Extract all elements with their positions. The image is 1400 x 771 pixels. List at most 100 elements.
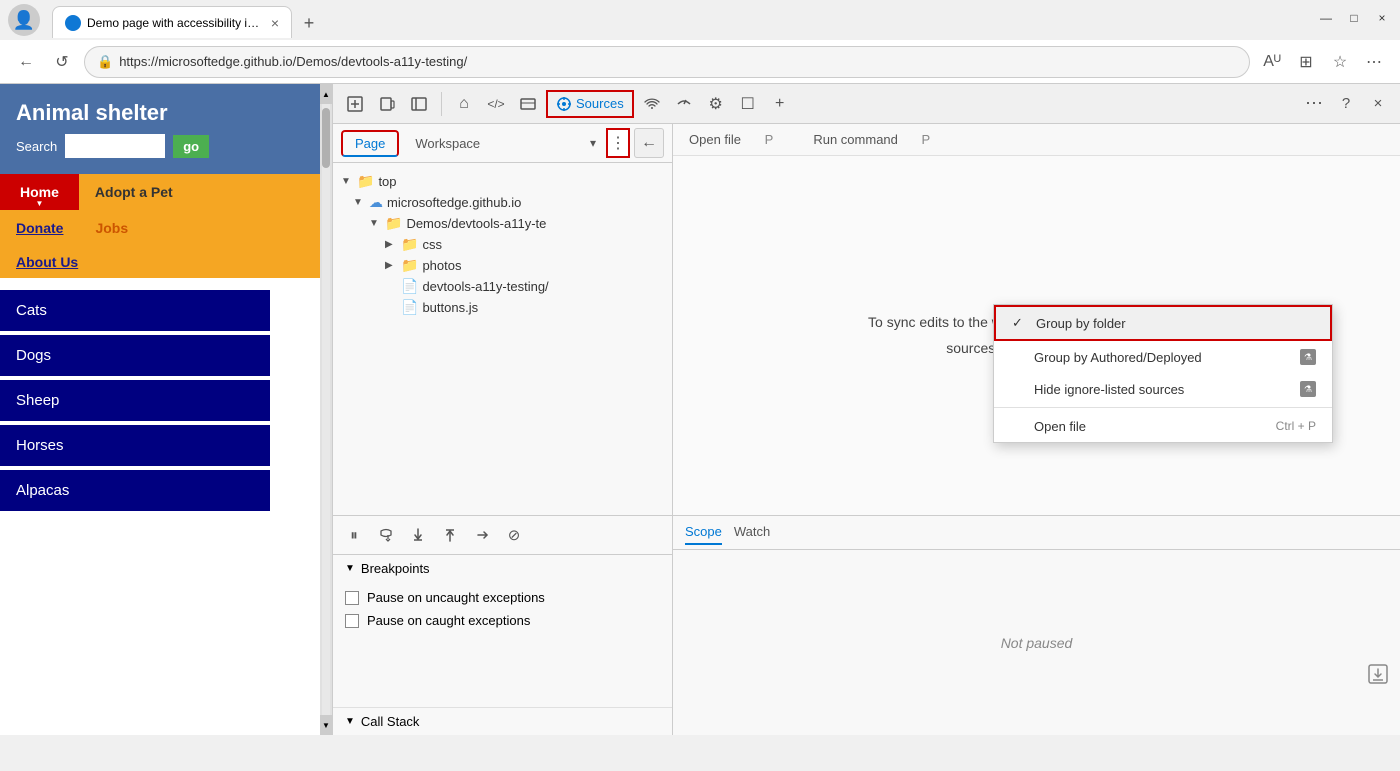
check-icon: ✓ bbox=[1012, 315, 1028, 331]
left-scroll-indicator[interactable]: ▲ ▼ bbox=[320, 84, 332, 735]
horses-btn[interactable]: Horses bbox=[0, 425, 270, 466]
open-file-menu-label: Open file bbox=[1034, 419, 1268, 434]
breakpoints-panel: ⏸ ⊘ ▼ bbox=[333, 516, 673, 735]
add-panel-icon[interactable]: + bbox=[766, 90, 794, 118]
main-area: Animal shelter Search go Home Adopt a Pe… bbox=[0, 84, 1400, 735]
alpacas-btn[interactable]: Alpacas bbox=[0, 470, 270, 511]
wifi-icon[interactable] bbox=[638, 90, 666, 118]
dogs-btn[interactable]: Dogs bbox=[0, 335, 270, 376]
donate-nav-item[interactable]: Donate bbox=[0, 212, 79, 244]
profile-icon[interactable]: 👤 bbox=[8, 4, 40, 36]
pause-btn[interactable]: ⏸ bbox=[341, 522, 367, 548]
menu-group-authored[interactable]: ✓ Group by Authored/Deployed ⚗ bbox=[994, 341, 1332, 373]
domain-arrow: ▼ bbox=[353, 197, 365, 208]
reload-btn[interactable]: ↺ bbox=[48, 48, 76, 76]
navigate-back-btn[interactable]: ← bbox=[634, 128, 664, 158]
split-screen-icon[interactable]: ⊞ bbox=[1292, 48, 1320, 76]
devtools-more-btn[interactable]: ⋯ bbox=[1300, 90, 1328, 118]
scroll-thumb[interactable] bbox=[322, 104, 330, 715]
bp-uncaught-checkbox[interactable] bbox=[345, 591, 359, 605]
devtools-toolbar: ⌂ </> Sources ⚙ ☐ + ⋯ ? × bbox=[333, 84, 1400, 124]
scroll-down-arrow[interactable]: ▼ bbox=[320, 715, 332, 735]
sheep-btn[interactable]: Sheep bbox=[0, 380, 270, 421]
sources-dropdown-btn[interactable]: ▾ bbox=[584, 134, 602, 152]
site-search: Search go bbox=[16, 134, 304, 158]
step-over-btn[interactable] bbox=[373, 522, 399, 548]
close-btn[interactable]: × bbox=[1372, 8, 1392, 28]
adopt-nav-item[interactable]: Adopt a Pet bbox=[79, 174, 189, 210]
home-nav-item[interactable]: Home bbox=[0, 174, 79, 210]
website-panel: Animal shelter Search go Home Adopt a Pe… bbox=[0, 84, 320, 735]
tab-bar: Demo page with accessibility issu × + bbox=[44, 2, 1392, 38]
step-out-btn[interactable] bbox=[437, 522, 463, 548]
address-bar: ← ↺ 🔒 https://microsoftedge.github.io/De… bbox=[0, 40, 1400, 84]
workspace-tab[interactable]: Workspace bbox=[403, 132, 492, 155]
context-menu: ✓ Group by folder ✓ Group by Authored/De… bbox=[993, 304, 1333, 443]
bottom-section: ⏸ ⊘ ▼ bbox=[333, 515, 1400, 735]
read-aloud-icon[interactable]: Aᵁ bbox=[1258, 48, 1286, 76]
sidebar-toggle-icon[interactable] bbox=[405, 90, 433, 118]
browser-tab[interactable]: Demo page with accessibility issu × bbox=[52, 6, 292, 38]
tab-close-btn[interactable]: × bbox=[271, 15, 279, 31]
file1-icon: 📄 bbox=[401, 278, 418, 295]
tree-css[interactable]: ▶ 📁 css bbox=[337, 234, 668, 255]
sources-tabs: Page Workspace ▾ ⋮ ← bbox=[333, 124, 672, 163]
scope-watch-panel: Scope Watch Not paused bbox=[673, 516, 1400, 735]
home-dt-icon[interactable]: ⌂ bbox=[450, 90, 478, 118]
menu-group-by-folder[interactable]: ✓ Group by folder bbox=[994, 305, 1332, 341]
jobs-nav-item[interactable]: Jobs bbox=[79, 212, 144, 244]
tree-file1[interactable]: ▶ 📄 devtools-a11y-testing/ bbox=[337, 276, 668, 297]
scope-tab[interactable]: Scope bbox=[685, 520, 722, 545]
photos-label: photos bbox=[422, 258, 461, 273]
back-btn[interactable]: ← bbox=[12, 48, 40, 76]
about-nav-item[interactable]: About Us bbox=[0, 246, 320, 278]
tree-folder[interactable]: ▼ 📁 Demos/devtools-a11y-te bbox=[337, 213, 668, 234]
step-btn[interactable] bbox=[469, 522, 495, 548]
menu-hide-ignored[interactable]: ✓ Hide ignore-listed sources ⚗ bbox=[994, 373, 1332, 405]
site-nav: Home Adopt a Pet Donate Jobs About Us bbox=[0, 174, 320, 278]
file1-label: devtools-a11y-testing/ bbox=[422, 279, 548, 294]
tree-photos[interactable]: ▶ 📁 photos bbox=[337, 255, 668, 276]
url-box[interactable]: 🔒 https://microsoftedge.github.io/Demos/… bbox=[84, 46, 1250, 78]
minimize-btn[interactable]: — bbox=[1316, 8, 1336, 28]
open-file-shortcut: Ctrl + P bbox=[1276, 419, 1316, 433]
folder-arrow: ▼ bbox=[369, 218, 381, 229]
bp-caught-checkbox[interactable] bbox=[345, 614, 359, 628]
group-authored-label: Group by Authored/Deployed bbox=[1034, 350, 1292, 365]
sources-dropdown: ▾ bbox=[584, 134, 602, 152]
lock-icon: 🔒 bbox=[97, 54, 113, 70]
new-tab-btn[interactable]: + bbox=[294, 8, 324, 38]
breakpoints-header[interactable]: ▼ Breakpoints bbox=[333, 555, 672, 582]
deactivate-btn[interactable]: ⊘ bbox=[501, 522, 527, 548]
search-input[interactable] bbox=[65, 134, 165, 158]
tree-domain[interactable]: ▼ ☁ microsoftedge.github.io bbox=[337, 192, 668, 213]
application-icon[interactable]: ☐ bbox=[734, 90, 762, 118]
step-into-btn[interactable] bbox=[405, 522, 431, 548]
search-label: Search bbox=[16, 139, 57, 154]
maximize-btn[interactable]: □ bbox=[1344, 8, 1364, 28]
three-dot-menu-btn[interactable]: ⋮ bbox=[606, 128, 630, 158]
performance-icon[interactable] bbox=[670, 90, 698, 118]
device-icon[interactable] bbox=[373, 90, 401, 118]
favorites-icon[interactable]: ☆ bbox=[1326, 48, 1354, 76]
watch-tab[interactable]: Watch bbox=[734, 520, 770, 545]
scroll-up-arrow[interactable]: ▲ bbox=[320, 84, 332, 104]
devtools-close-btn[interactable]: × bbox=[1364, 90, 1392, 118]
settings-dt-icon[interactable]: ⚙ bbox=[702, 90, 730, 118]
sources-panel-btn[interactable]: Sources bbox=[546, 90, 634, 118]
network-icon[interactable] bbox=[514, 90, 542, 118]
url-text: https://microsoftedge.github.io/Demos/de… bbox=[119, 54, 467, 69]
cats-btn[interactable]: Cats bbox=[0, 290, 270, 331]
page-tab[interactable]: Page bbox=[341, 130, 399, 157]
photos-arrow: ▶ bbox=[385, 260, 397, 271]
browser-more-btn[interactable]: ⋯ bbox=[1360, 48, 1388, 76]
elements-icon[interactable]: </> bbox=[482, 90, 510, 118]
call-stack-header[interactable]: ▼ Call Stack bbox=[333, 707, 672, 735]
tree-top[interactable]: ▼ 📁 top bbox=[337, 171, 668, 192]
hints-bar: Open file P Run command P bbox=[673, 124, 1400, 156]
devtools-help-btn[interactable]: ? bbox=[1332, 90, 1360, 118]
tree-file2[interactable]: ▶ 📄 buttons.js bbox=[337, 297, 668, 318]
search-button[interactable]: go bbox=[173, 135, 209, 158]
menu-open-file[interactable]: ✓ Open file Ctrl + P bbox=[994, 410, 1332, 442]
inspect-icon[interactable] bbox=[341, 90, 369, 118]
